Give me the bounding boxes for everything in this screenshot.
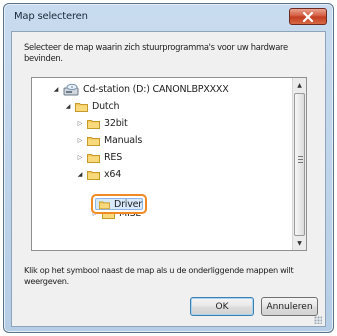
hint-text: Klik op het symbool naast de map als u d… bbox=[24, 265, 294, 286]
expand-arrow-icon[interactable]: ◢ bbox=[52, 86, 60, 93]
grip-icon bbox=[298, 156, 303, 165]
tree-item-res[interactable]: ▷ RES bbox=[76, 150, 122, 165]
expand-arrow-icon[interactable]: ◢ bbox=[64, 103, 72, 110]
folder-icon bbox=[87, 171, 100, 180]
collapse-arrow-icon[interactable]: ▷ bbox=[76, 154, 84, 161]
tree-item-label: x64 bbox=[104, 169, 122, 180]
folder-tree[interactable]: ◢ Cd-station (D:) CANONLBPXXXX ◢ Dutch ▷… bbox=[31, 77, 307, 251]
tree-item-cd-drive[interactable]: ◢ Cd-station (D:) CANONLBPXXXX bbox=[52, 82, 229, 97]
resize-grip-icon[interactable] bbox=[314, 316, 322, 324]
dialog-window: Map selecteren Selecteer de map waarin z… bbox=[3, 3, 334, 333]
tree-item-x64[interactable]: ◢ x64 bbox=[76, 167, 121, 182]
collapse-arrow-icon[interactable]: ▷ bbox=[76, 137, 84, 144]
tree-item-driver[interactable]: Driver bbox=[91, 194, 147, 214]
scroll-thumb[interactable] bbox=[294, 93, 305, 236]
scroll-down-icon[interactable]: ▼ bbox=[293, 236, 306, 250]
folder-icon bbox=[87, 120, 100, 129]
description-text: Selecteer de map waarin zich stuurprogra… bbox=[24, 42, 288, 63]
tree-item-label: Driver bbox=[113, 198, 142, 210]
folder-icon bbox=[87, 137, 100, 146]
scroll-up-icon[interactable]: ▲ bbox=[293, 78, 306, 92]
dialog-content: Selecteer de map waarin zich stuurprogra… bbox=[11, 31, 326, 327]
close-icon bbox=[302, 11, 314, 22]
tree-item-dutch[interactable]: ◢ Dutch bbox=[64, 99, 120, 114]
cancel-button[interactable]: Annuleren bbox=[261, 297, 318, 316]
tree-item-32bit[interactable]: ▷ 32bit bbox=[76, 116, 128, 131]
tree-item-label: 32bit bbox=[104, 118, 128, 129]
selection-highlight: Driver bbox=[95, 198, 143, 210]
tree-item-manuals[interactable]: ▷ Manuals bbox=[76, 133, 142, 148]
close-button[interactable] bbox=[289, 8, 327, 25]
tree-item-label: RES bbox=[104, 152, 123, 163]
vertical-scrollbar[interactable]: ▲ ▼ bbox=[292, 78, 306, 250]
folder-icon bbox=[87, 154, 100, 163]
dialog-title: Map selecteren bbox=[14, 11, 88, 22]
tree-item-label: Manuals bbox=[104, 135, 143, 146]
tree-item-label: Cd-station (D:) CANONLBPXXXX bbox=[83, 84, 229, 95]
expand-arrow-icon[interactable]: ◢ bbox=[76, 171, 84, 178]
tree-item-label: Dutch bbox=[92, 101, 120, 112]
folder-icon bbox=[99, 201, 110, 209]
collapse-arrow-icon[interactable]: ▷ bbox=[76, 120, 84, 127]
folder-icon bbox=[75, 103, 88, 112]
cd-drive-icon bbox=[63, 83, 79, 95]
title-bar[interactable]: Map selecteren bbox=[4, 4, 333, 30]
ok-button[interactable]: OK bbox=[190, 297, 254, 316]
